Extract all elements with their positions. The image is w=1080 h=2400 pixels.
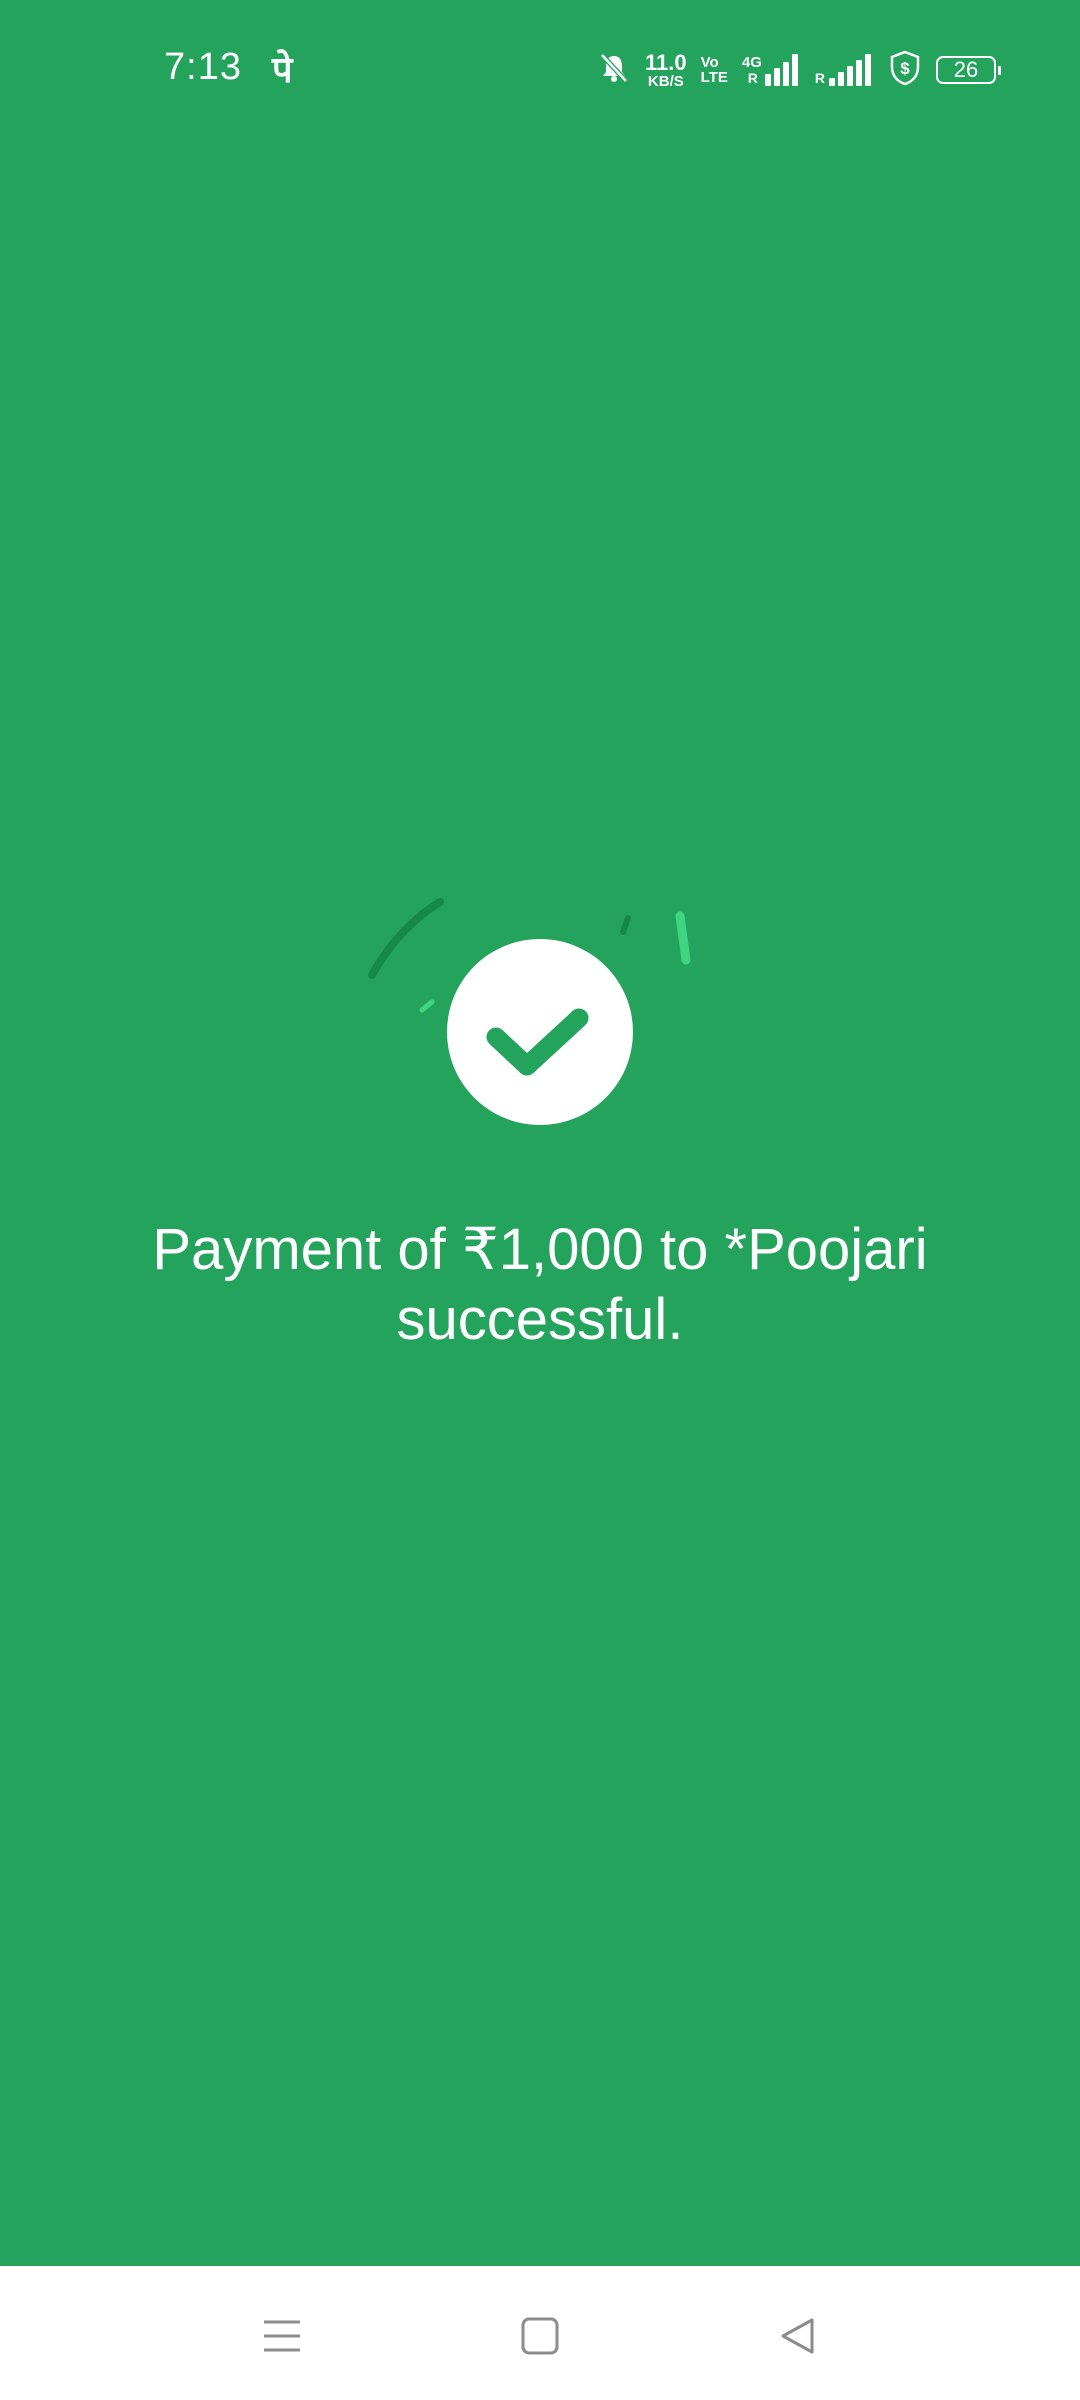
network-type: 4G bbox=[741, 54, 762, 71]
checkmark-icon bbox=[486, 1008, 589, 1076]
network-speed: 11.0 KB/S bbox=[645, 49, 687, 90]
payment-success-message: Payment of ₹1,000 to *Poojari successful… bbox=[152, 1217, 928, 1352]
status-icons: 11.0 KB/S Vo LTE 4G R R $ 26 bbox=[583, 48, 1001, 92]
back-icon[interactable] bbox=[758, 2296, 838, 2376]
shield-dollar-icon: $ bbox=[888, 49, 922, 92]
battery-level: 26 bbox=[953, 57, 979, 82]
home-icon[interactable] bbox=[500, 2296, 580, 2376]
navigation-bar bbox=[0, 2266, 1080, 2400]
volte-top: Vo bbox=[700, 54, 719, 71]
network-speed-unit: KB/S bbox=[647, 72, 684, 90]
signal-sim1: 4G R bbox=[742, 54, 801, 86]
status-bar: 7:13 पे 11.0 KB/S Vo LTE 4G R R $ 26 bbox=[0, 0, 1080, 140]
signal-sim2: R bbox=[815, 54, 874, 86]
roaming-indicator: R bbox=[814, 70, 825, 86]
volte-indicator: Vo LTE bbox=[701, 55, 728, 85]
bell-muted-icon bbox=[597, 51, 631, 90]
app-notification-indicator: पे bbox=[272, 49, 293, 90]
volte-bottom: LTE bbox=[700, 69, 728, 86]
battery-icon: 26 bbox=[936, 56, 1001, 84]
svg-text:$: $ bbox=[900, 59, 910, 78]
status-time: 7:13 bbox=[164, 46, 242, 88]
success-badge bbox=[447, 939, 633, 1125]
signal-icon bbox=[829, 54, 874, 86]
network-speed-value: 11.0 bbox=[645, 49, 687, 75]
menu-icon[interactable] bbox=[242, 2296, 322, 2376]
payment-success-screen: 7:13 पे 11.0 KB/S Vo LTE 4G R R $ 26 Pay… bbox=[0, 0, 1080, 2266]
roaming-indicator: R bbox=[747, 70, 758, 86]
signal-icon bbox=[764, 54, 801, 86]
